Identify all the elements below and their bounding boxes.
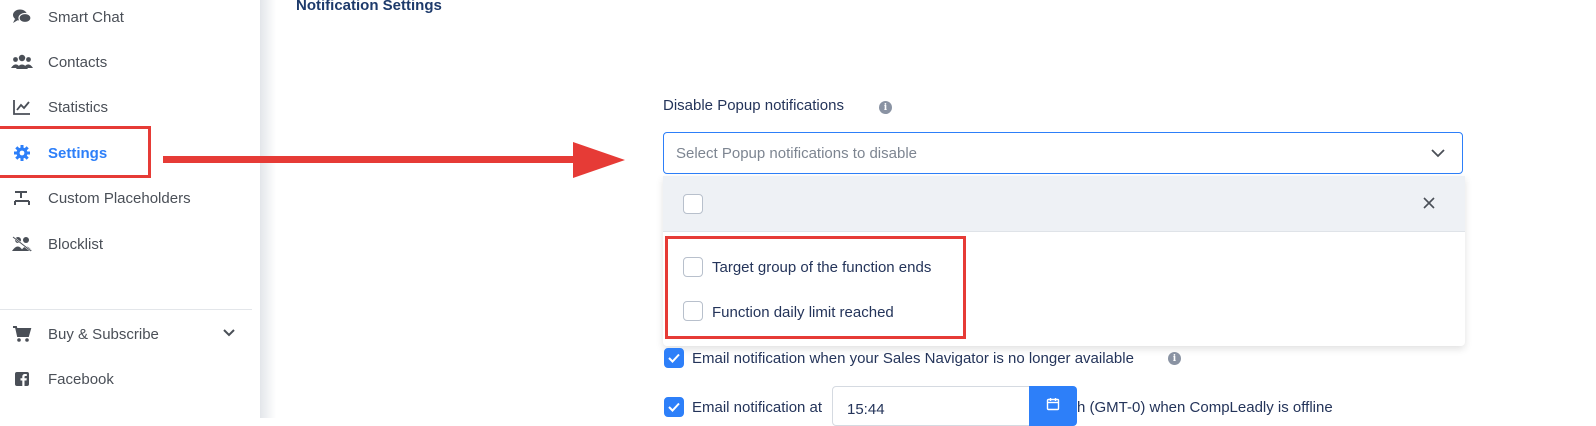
options-highlight-box [665, 236, 966, 339]
sidebar-shadow [260, 0, 276, 418]
popup-notifications-label: Disable Popup notifications [663, 97, 844, 114]
sidebar-item-label: Smart Chat [48, 8, 124, 26]
popup-notifications-select[interactable]: Select Popup notifications to disable [663, 132, 1463, 174]
users-icon [11, 51, 33, 73]
sidebar-item-blocklist[interactable]: Blocklist [0, 224, 260, 264]
sidebar-item-contacts[interactable]: Contacts [0, 42, 260, 82]
sidebar-item-buy-subscribe[interactable]: Buy & Subscribe [0, 314, 260, 354]
time-input[interactable]: 15:44 [832, 386, 1030, 426]
info-icon[interactable]: i [879, 101, 892, 114]
chat-icon [11, 6, 33, 28]
facebook-icon [11, 368, 33, 390]
placeholder-icon [11, 187, 33, 209]
sidebar-item-custom-placeholders[interactable]: Custom Placeholders [0, 178, 260, 218]
sidebar-item-smart-chat[interactable]: Smart Chat [0, 0, 260, 37]
annotation-arrow [163, 142, 625, 178]
offline-email-label-before: Email notification at [692, 399, 823, 416]
calendar-button[interactable] [1029, 386, 1077, 426]
sidebar-item-label: Buy & Subscribe [48, 325, 159, 343]
sidebar-item-label: Facebook [48, 370, 114, 388]
chevron-down-icon[interactable] [222, 325, 236, 343]
select-all-checkbox[interactable] [683, 194, 703, 214]
sidebar: Smart Chat Contacts Statistics Settings … [0, 0, 261, 418]
info-icon[interactable]: i [1168, 352, 1181, 365]
calendar-icon [1046, 397, 1060, 416]
sidebar-item-label: Blocklist [48, 235, 104, 253]
time-value: 15:44 [847, 401, 885, 418]
cart-icon [11, 323, 33, 345]
offline-email-label-after: h (GMT-0) when CompLeadly is offline [1077, 399, 1333, 416]
close-icon[interactable] [1422, 196, 1436, 215]
sidebar-divider [0, 309, 252, 310]
sidebar-item-facebook[interactable]: Facebook [0, 359, 260, 399]
chevron-down-icon [1430, 146, 1446, 164]
sidebar-item-label: Contacts [48, 53, 108, 71]
settings-highlight-box [0, 126, 151, 178]
sales-navigator-email-label: Email notification when your Sales Navig… [692, 350, 1134, 367]
sales-navigator-email-checkbox[interactable] [664, 348, 684, 368]
user-block-icon [11, 233, 33, 255]
sidebar-item-statistics[interactable]: Statistics [0, 87, 260, 127]
select-placeholder: Select Popup notifications to disable [676, 145, 917, 162]
sidebar-item-label: Custom Placeholders [48, 189, 191, 207]
chart-line-icon [11, 96, 33, 118]
dropdown-header [663, 176, 1465, 232]
page-title: Notification Settings [296, 0, 442, 14]
offline-email-checkbox[interactable] [664, 397, 684, 417]
sidebar-item-label: Statistics [48, 98, 109, 116]
